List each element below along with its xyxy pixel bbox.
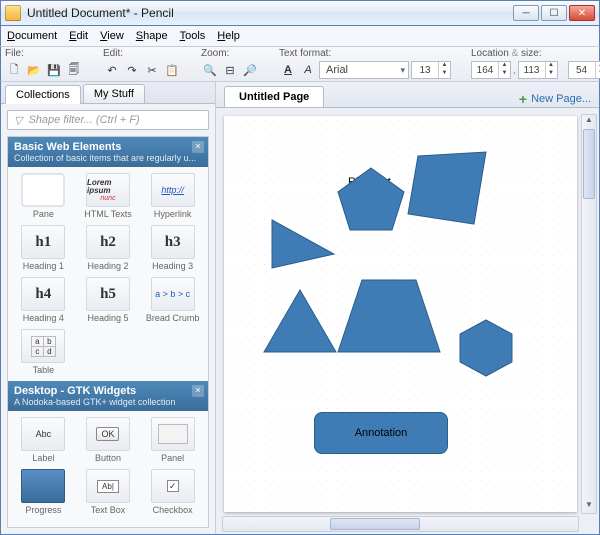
shape-hexagon[interactable] [454,316,518,380]
shape-button[interactable]: OKButton [77,415,140,465]
filter-icon: ▽ [14,114,22,127]
zoom-group-label: Zoom: [201,48,259,59]
size-w-spinner[interactable]: 54▲▼ [568,61,600,79]
menu-edit[interactable]: Edit [69,30,88,42]
window-title: Untitled Document* - Pencil [27,6,513,20]
maximize-button[interactable]: ☐ [541,5,567,21]
shape-table[interactable]: abcdTable [12,327,75,377]
menubar: Document Edit View Shape Tools Help [0,26,600,46]
vertical-scrollbar[interactable]: ▲▼ [581,114,597,514]
menu-shape[interactable]: Shape [136,30,168,42]
location-size-label: Location & size: [471,48,600,59]
shape-hyperlink[interactable]: http://Hyperlink [141,171,204,221]
new-doc-button[interactable]: 🗋 [5,61,23,79]
font-size-value: 13 [412,65,438,76]
font-size-spinner[interactable]: 13▲▼ [411,61,451,79]
text-style-button[interactable]: A [299,61,317,79]
shape-h5[interactable]: h5Heading 5 [77,275,140,325]
drawing-canvas[interactable]: Rich text Annotation [224,116,577,512]
app-icon [5,5,21,21]
horizontal-scrollbar[interactable] [222,516,579,532]
menu-view[interactable]: View [100,30,124,42]
font-family-value: Arial [326,64,348,76]
shape-h3[interactable]: h3Heading 3 [141,223,204,273]
shape-textbox[interactable]: Ab|Text Box [77,467,140,517]
canvas-area: Untitled Page +New Page... Rich text Ann… [216,82,599,534]
shape-html-texts[interactable]: Lorem ipsumnuncHTML Texts [77,171,140,221]
shape-progress[interactable]: Progress [12,467,75,517]
collection-header-basic-web[interactable]: Basic Web Elements Collection of basic i… [8,137,208,167]
zoom-reset-button[interactable]: ⊟ [221,61,239,79]
collapse-icon[interactable]: × [192,385,204,397]
zoom-out-button[interactable]: 🔍 [201,61,219,79]
zoom-in-button[interactable]: 🔎 [241,61,259,79]
pos-y-spinner[interactable]: 113▲▼ [518,61,558,79]
cut-button[interactable]: ✂ [143,61,161,79]
shape-pane[interactable]: Pane [12,171,75,221]
new-page-button[interactable]: +New Page... [519,91,591,107]
menu-tools[interactable]: Tools [180,30,206,42]
shape-h1[interactable]: h1Heading 1 [12,223,75,273]
shape-quad[interactable] [404,148,490,228]
shape-triangle-2[interactable] [260,286,340,356]
window-titlebar: Untitled Document* - Pencil ─ ☐ ✕ [0,0,600,26]
minimize-button[interactable]: ─ [513,5,539,21]
collapse-icon[interactable]: × [192,141,204,153]
textfmt-group-label: Text format: [279,48,451,59]
shape-breadcrumb[interactable]: a > b > cBread Crumb [141,275,204,325]
plus-icon: + [519,91,527,107]
save-as-button[interactable]: 🗐 [65,61,83,79]
file-group-label: File: [5,48,83,59]
tab-mystuff[interactable]: My Stuff [83,84,145,103]
edit-group-label: Edit: [103,48,181,59]
shape-panel[interactable]: Panel [141,415,204,465]
tab-collections[interactable]: Collections [5,85,81,104]
text-color-button[interactable]: A [279,61,297,79]
pos-x-spinner[interactable]: 164▲▼ [471,61,511,79]
menu-document[interactable]: Document [7,30,57,42]
shape-triangle[interactable] [268,216,338,272]
shape-h4[interactable]: h4Heading 4 [12,275,75,325]
shape-panel: Collections My Stuff ▽ Shape filter... (… [1,82,216,534]
toolbar: File: 🗋 📂 💾 🗐 Edit: ↶ ↷ ✂ 📋 Zoom: 🔍 ⊟ 🔎 … [0,46,600,82]
shape-filter-input[interactable]: ▽ Shape filter... (Ctrl + F) [7,110,209,130]
filter-placeholder: Shape filter... (Ctrl + F) [28,114,139,126]
collections-list[interactable]: Basic Web Elements Collection of basic i… [7,136,209,528]
close-button[interactable]: ✕ [569,5,595,21]
open-button[interactable]: 📂 [25,61,43,79]
undo-button[interactable]: ↶ [103,61,121,79]
font-family-combo[interactable]: Arial [319,61,409,79]
shape-pentagon[interactable] [334,164,408,234]
menu-help[interactable]: Help [217,30,240,42]
paste-button[interactable]: 📋 [163,61,181,79]
shape-trapezoid[interactable] [334,276,444,356]
shape-label[interactable]: AbcLabel [12,415,75,465]
shape-checkbox[interactable]: ✓Checkbox [141,467,204,517]
redo-button[interactable]: ↷ [123,61,141,79]
shape-h2[interactable]: h2Heading 2 [77,223,140,273]
page-tab[interactable]: Untitled Page [224,86,324,107]
save-button[interactable]: 💾 [45,61,63,79]
canvas-annotation[interactable]: Annotation [314,412,448,454]
collection-header-gtk[interactable]: Desktop - GTK Widgets A Nodoka-based GTK… [8,381,208,411]
